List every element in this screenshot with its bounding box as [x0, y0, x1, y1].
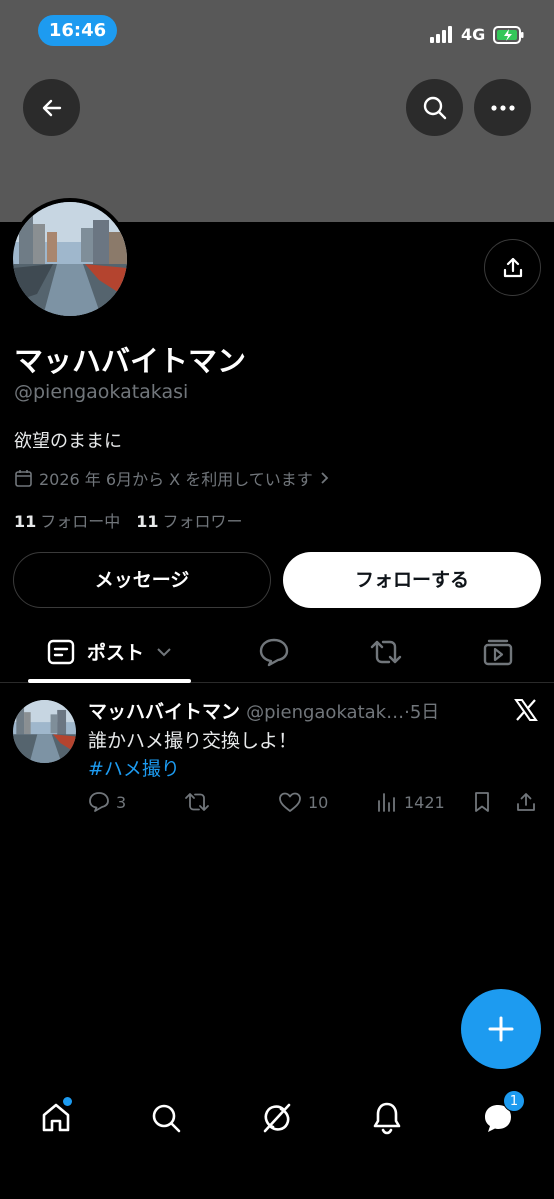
active-tab-indicator [28, 679, 191, 683]
home-icon [42, 1103, 70, 1132]
search-icon [423, 96, 446, 119]
status-time: 16:46 [38, 15, 117, 46]
avatar-photo [13, 700, 76, 763]
bookmark-icon [475, 792, 489, 812]
home-unread-dot [63, 1097, 72, 1106]
search-button[interactable] [406, 79, 463, 136]
retweet-button[interactable] [184, 790, 216, 814]
message-button[interactable]: メッセージ [13, 552, 271, 608]
avatar[interactable] [13, 202, 127, 316]
tweet-author-name[interactable]: マッハバイトマン [88, 701, 240, 723]
followers-count: 11 [136, 512, 159, 531]
views-button[interactable]: 1421 [376, 790, 445, 814]
tweet-share-button[interactable] [515, 790, 537, 814]
messages-badge: 1 [503, 1090, 525, 1112]
follow-button[interactable]: フォローする [283, 552, 541, 608]
battery-charging-icon [493, 26, 524, 44]
following-label: フォロー中 [40, 512, 121, 531]
bookmark-button[interactable] [472, 790, 492, 814]
joined-text: 2026 年 6月から X を利用しています [39, 470, 313, 489]
x-logo-icon[interactable] [514, 698, 538, 722]
signal-icon [430, 26, 454, 43]
heart-icon [279, 792, 301, 812]
views-count: 1421 [404, 792, 445, 812]
compose-button[interactable] [461, 989, 541, 1069]
following-link[interactable]: 11 フォロー中 [14, 508, 120, 532]
followers-label: フォロワー [162, 512, 243, 531]
tweet[interactable]: マッハバイトマン @piengaokatak…·5日 誰かハメ撮り交換しよ！ #… [0, 684, 554, 829]
profile-handle: @piengaokatakasi [14, 381, 189, 403]
repost-icon [370, 640, 402, 663]
search-icon [152, 1104, 181, 1133]
reply-count: 3 [116, 792, 127, 812]
tweet-avatar[interactable] [13, 700, 76, 763]
share-icon [503, 257, 522, 277]
share-profile-button[interactable] [484, 239, 541, 296]
posts-icon [47, 639, 75, 664]
nav-search[interactable] [146, 1098, 186, 1138]
following-count: 11 [14, 512, 37, 531]
tweet-header: マッハバイトマン @piengaokatak…·5日 [88, 697, 468, 724]
profile-display-name: マッハバイトマン [14, 344, 247, 378]
retweet-icon [185, 793, 209, 811]
tweet-hashtag[interactable]: #ハメ撮り [88, 754, 180, 781]
nav-grok[interactable] [257, 1098, 297, 1138]
back-arrow-icon [42, 99, 61, 116]
tab-media[interactable] [468, 620, 528, 683]
nav-home[interactable] [36, 1097, 76, 1138]
like-count: 10 [308, 792, 329, 812]
joined-date[interactable]: 2026 年 6月から X を利用しています [14, 466, 331, 490]
grok-icon [263, 1103, 291, 1133]
tab-posts[interactable]: ポスト [28, 620, 191, 683]
nav-notifications[interactable] [367, 1098, 407, 1138]
more-icon [490, 104, 515, 111]
more-button[interactable] [474, 79, 531, 136]
follow-stats: 11 フォロー中 11 フォロワー [14, 508, 243, 532]
bottom-nav: 1 [0, 1078, 554, 1154]
plus-icon [488, 1016, 514, 1042]
speech-bubble-icon [259, 638, 289, 666]
tweet-author-handle[interactable]: @piengaokatak… [246, 702, 404, 723]
like-button[interactable]: 10 [278, 790, 328, 814]
tab-replies[interactable] [244, 620, 304, 683]
reply-icon [89, 792, 109, 812]
share-icon [517, 793, 535, 811]
chevron-down-icon [157, 647, 171, 656]
nav-messages[interactable]: 1 [478, 1090, 525, 1138]
tab-reposts[interactable] [356, 620, 416, 683]
profile-avatar-frame[interactable] [9, 198, 131, 320]
tweet-time: ·5日 [404, 702, 440, 723]
avatar-photo [13, 202, 127, 316]
tab-posts-label: ポスト [86, 642, 144, 664]
followers-link[interactable]: 11 フォロワー [136, 508, 242, 532]
tweet-text: 誰かハメ撮り交換しよ！ [88, 730, 298, 752]
profile-tabs: ポスト [0, 620, 554, 683]
network-label: 4G [461, 25, 486, 44]
bell-icon [373, 1102, 401, 1135]
media-icon [483, 639, 513, 665]
calendar-icon [15, 469, 32, 487]
reply-button[interactable]: 3 [88, 790, 126, 814]
back-button[interactable] [23, 79, 80, 136]
chevron-right-icon [321, 472, 329, 484]
profile-bio: 欲望のままに [14, 431, 122, 452]
views-chart-icon [378, 793, 395, 812]
